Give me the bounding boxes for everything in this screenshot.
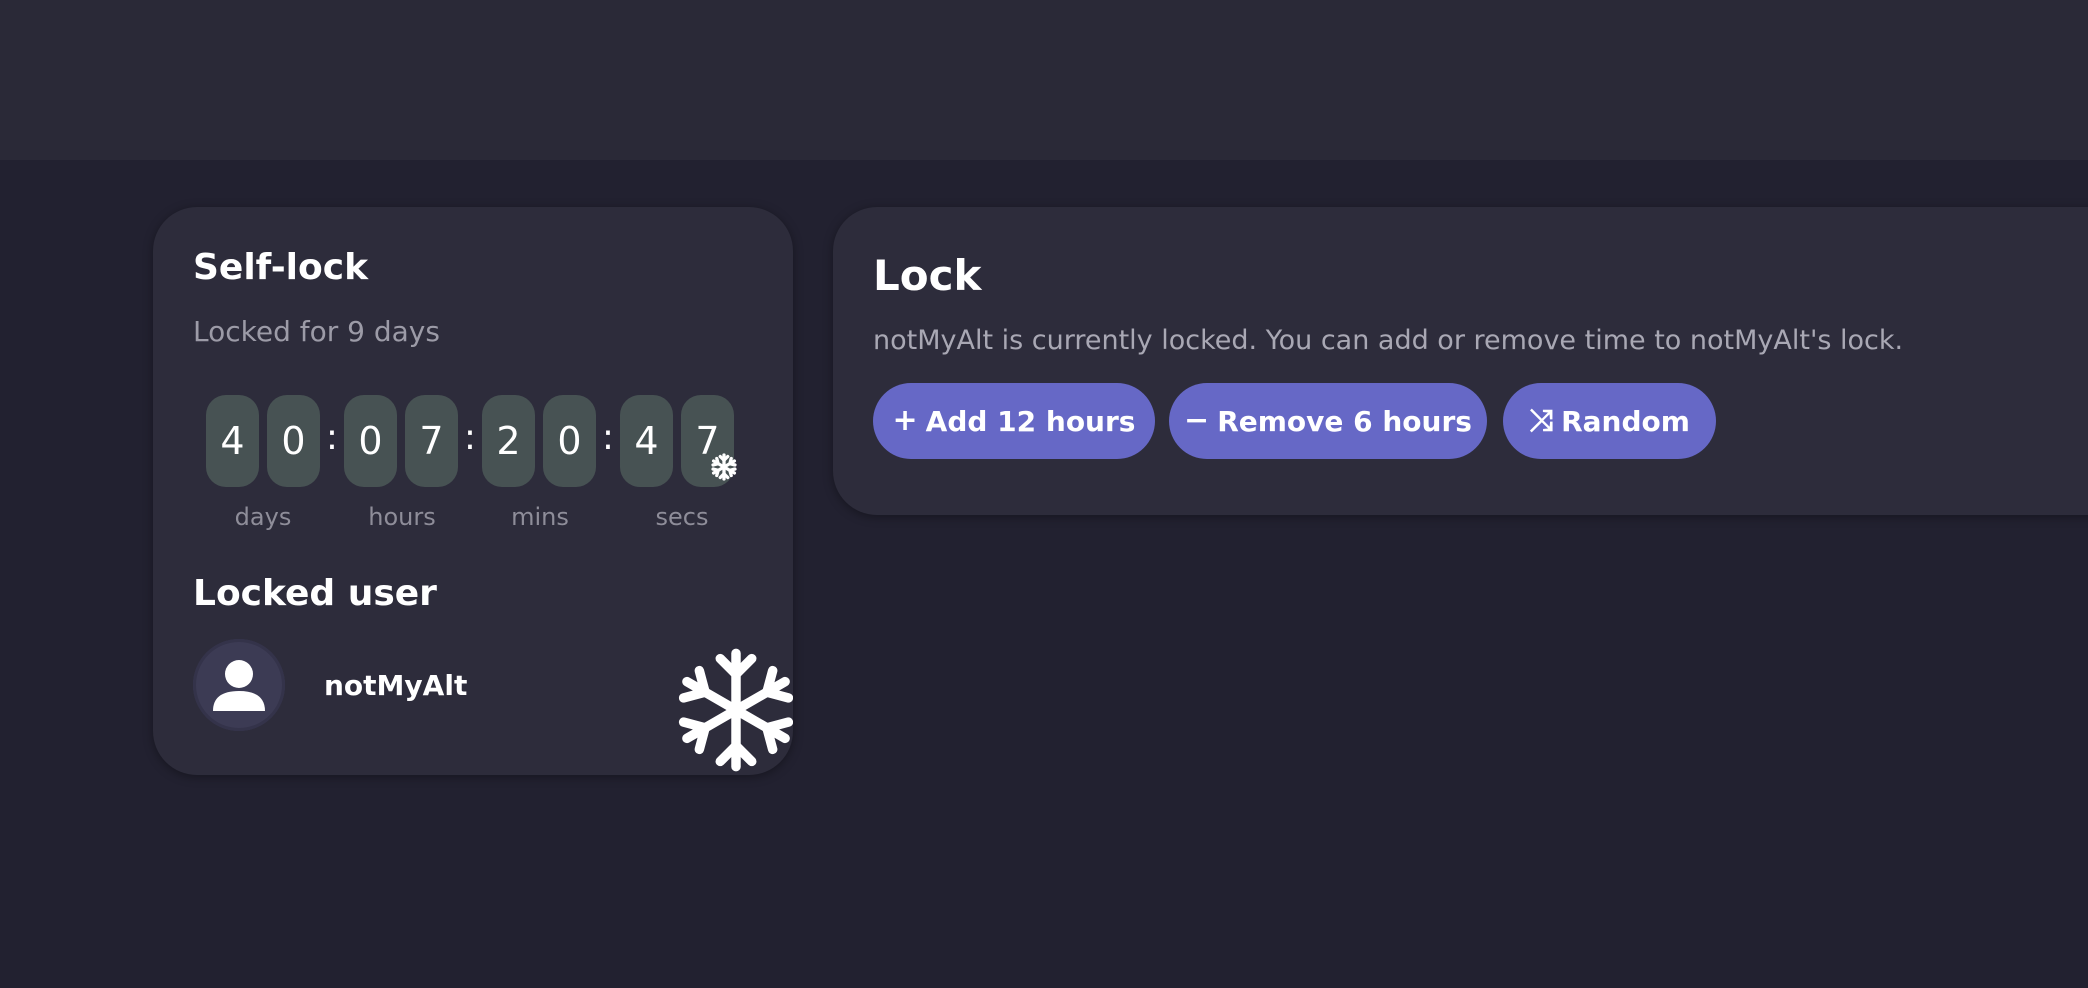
timer-digit: 4 [206,395,259,487]
random-label: Random [1561,404,1690,438]
timer-separator: : [463,417,477,458]
timer-digit: 7 [405,395,458,487]
lock-description: notMyAlt is currently locked. You can ad… [873,325,1904,356]
timer-separator: : [325,417,339,458]
add-time-label: Add 12 hours [925,404,1136,438]
timer-unit-mins: mins [511,503,569,531]
snowflake-icon [678,648,793,772]
random-button[interactable]: ⤨ Random [1503,383,1716,459]
add-time-button[interactable]: + Add 12 hours [873,383,1155,459]
timer-digit: 2 [482,395,535,487]
timer-digit: 0 [267,395,320,487]
self-lock-title: Self-lock [193,247,369,288]
timer-unit-days: days [234,503,292,531]
timer-unit-secs: secs [655,503,709,531]
plus-icon: + [892,403,918,438]
timer-digit: 0 [543,395,596,487]
self-lock-subtitle: Locked for 9 days [193,315,440,348]
user-avatar-icon [213,660,265,711]
remove-time-button[interactable]: − Remove 6 hours [1169,383,1487,459]
countdown-timer: 4 0 : 0 7 : 2 0 : 4 7 [206,395,746,487]
top-bar [0,0,2088,160]
remove-time-label: Remove 6 hours [1217,404,1472,438]
avatar[interactable] [193,639,285,731]
timer-digit: 0 [344,395,397,487]
self-lock-card: Self-lock Locked for 9 days 4 0 : 0 7 : … [153,207,793,775]
lock-card: Lock notMyAlt is currently locked. You c… [833,207,2088,515]
lock-title: Lock [873,251,982,300]
shuffle-icon: ⤨ [1529,403,1554,438]
timer-digit: 4 [620,395,673,487]
minus-icon: − [1184,403,1210,438]
locked-username[interactable]: notMyAlt [324,669,467,702]
snowflake-icon [711,453,737,481]
timer-separator: : [601,417,615,458]
timer-unit-hours: hours [368,503,436,531]
locked-user-title: Locked user [193,573,437,614]
